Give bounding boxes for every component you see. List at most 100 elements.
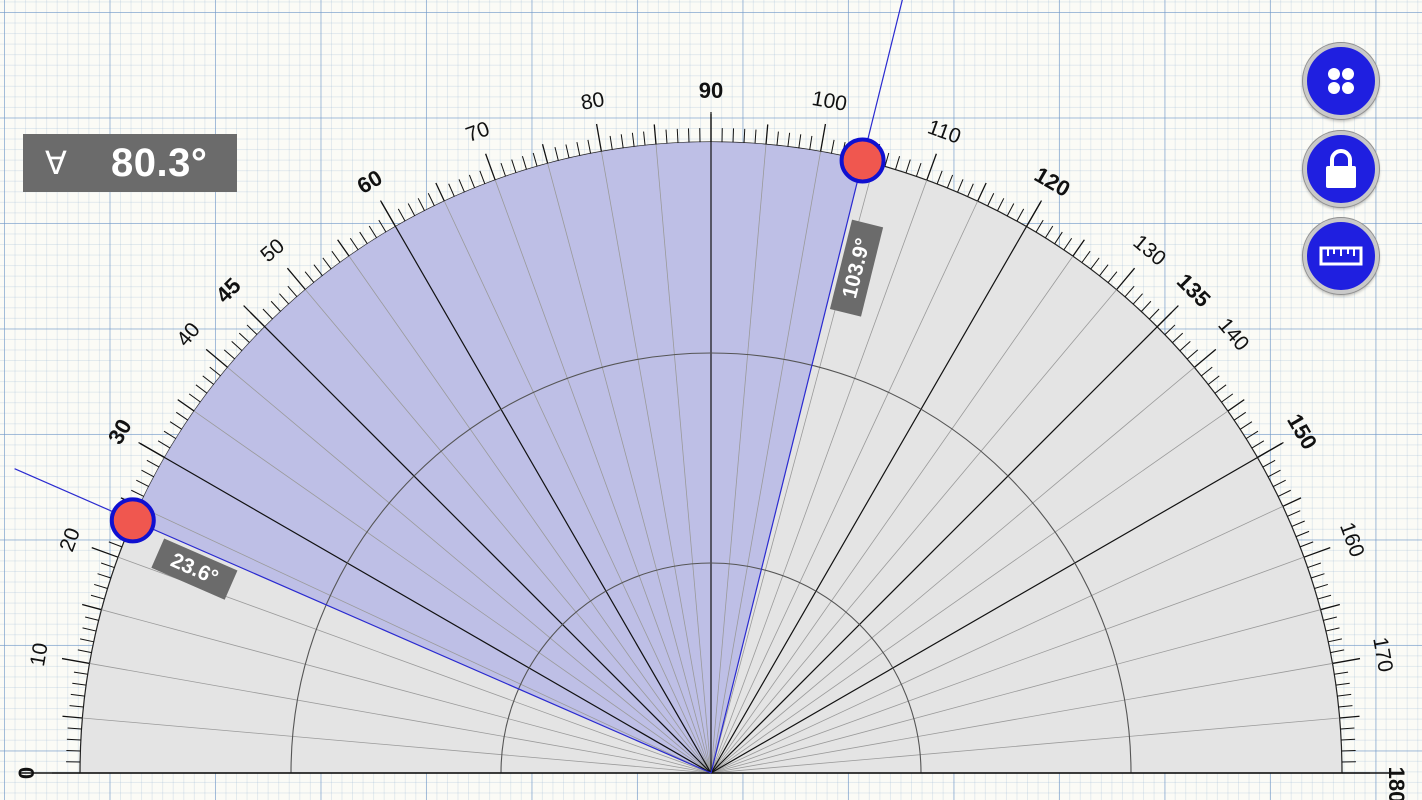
scale-label-170: 170 (1368, 635, 1397, 674)
scale-label-120: 120 (1030, 162, 1074, 202)
scale-tick (1287, 510, 1301, 517)
scale-tick (313, 264, 323, 277)
scale-tick (1132, 293, 1143, 305)
scale-tick (397, 208, 406, 222)
scale-tick (1025, 201, 1042, 227)
ruler-button[interactable] (1303, 218, 1379, 294)
scale-tick (175, 411, 189, 421)
menu-button[interactable] (1303, 43, 1379, 119)
scale-tick (676, 128, 679, 143)
scale-tick (1340, 727, 1355, 730)
scale-tick (754, 129, 757, 144)
scale-tick (304, 271, 315, 283)
scale-tick (139, 442, 165, 459)
scale-label-30: 30 (103, 415, 137, 449)
scale-tick (1341, 738, 1356, 741)
end-marker-handle[interactable] (839, 137, 886, 184)
scale-tick (1221, 393, 1234, 403)
scale-tick (337, 239, 350, 257)
scale-tick (279, 293, 290, 305)
scale-label-70: 70 (463, 117, 493, 147)
scale-tick (270, 300, 282, 312)
scale-tick (1140, 300, 1152, 312)
scale-tick (819, 123, 827, 152)
scale-tick (1193, 348, 1217, 368)
scale-tick (926, 153, 938, 181)
scale-tick (532, 152, 538, 167)
four-dots-menu-icon (1328, 68, 1354, 94)
scale-tick (830, 139, 835, 154)
angle-value: 80.3° (111, 140, 208, 185)
scale-tick (809, 135, 813, 150)
scale-label-100: 100 (810, 87, 849, 116)
scale-tick (1081, 250, 1091, 263)
scale-tick (146, 459, 160, 468)
scale-tick (205, 348, 229, 368)
scale-tick (1328, 638, 1343, 643)
scale-tick (987, 193, 995, 207)
scale-tick (1335, 682, 1350, 686)
scale-tick (1323, 616, 1337, 621)
scale-tick (1116, 267, 1136, 291)
scale-tick (458, 179, 465, 193)
scale-tick (209, 366, 221, 377)
scale-label-45: 45 (211, 273, 246, 308)
scale-tick (1016, 208, 1025, 222)
scale-tick (1257, 442, 1283, 459)
scale-tick (609, 135, 613, 150)
scale-tick (169, 421, 183, 430)
scale-tick (250, 312, 266, 328)
scale-tick (1054, 231, 1063, 245)
protractor[interactable]: 0 10 20 30 4045 50 60 70 80 90 100 110 120 130135140 1… (0, 0, 1422, 800)
scale-tick (915, 162, 922, 177)
scale-tick (94, 583, 108, 589)
scale-tick (67, 727, 82, 730)
scale-tick (665, 129, 668, 144)
scale-tick (1172, 332, 1184, 344)
scale-label-60: 60 (353, 165, 387, 199)
scale-tick (407, 203, 416, 217)
scale-tick (977, 182, 987, 202)
scale-tick (1186, 349, 1199, 360)
scale-tick (82, 603, 102, 611)
scale-tick (1334, 671, 1349, 675)
scale-tick (479, 170, 486, 185)
scale-tick (500, 162, 507, 177)
scale-tick (1201, 366, 1213, 377)
scale-tick (1245, 430, 1259, 440)
scale-tick (643, 131, 646, 146)
scale-tick (79, 638, 94, 643)
lock-button[interactable] (1303, 131, 1379, 207)
scale-tick (359, 231, 368, 245)
scale-tick (997, 198, 1005, 212)
start-marker-handle[interactable] (109, 497, 156, 544)
scale-tick (595, 123, 603, 152)
scale-tick (1332, 657, 1361, 665)
scale-tick (1272, 479, 1286, 487)
scale-tick (1006, 203, 1015, 217)
scale-tick (576, 141, 581, 156)
scale-tick (1156, 312, 1172, 328)
scale-tick (448, 183, 455, 197)
scale-tick (541, 144, 549, 164)
scale-tick (957, 179, 964, 193)
scale-tick (108, 541, 123, 548)
scale-label-140: 140 (1213, 314, 1253, 356)
scale-tick (1090, 257, 1100, 270)
scale-tick (1072, 239, 1085, 257)
angle-icon: ∀ (45, 145, 67, 181)
scale-tick (91, 546, 119, 558)
scale-label-160: 160 (1335, 519, 1369, 560)
ruler-icon (1319, 246, 1363, 266)
lock-icon (1326, 149, 1356, 188)
scale-tick (177, 399, 195, 412)
scale-tick (368, 225, 378, 239)
scale-tick (331, 250, 341, 263)
scale-tick (77, 649, 92, 654)
scale-tick (61, 657, 90, 665)
scale-label-10: 10 (26, 641, 53, 668)
scale-tick (631, 132, 635, 147)
scale-tick (1330, 649, 1345, 654)
scale-tick (1314, 583, 1328, 589)
scale-tick (1044, 225, 1054, 239)
